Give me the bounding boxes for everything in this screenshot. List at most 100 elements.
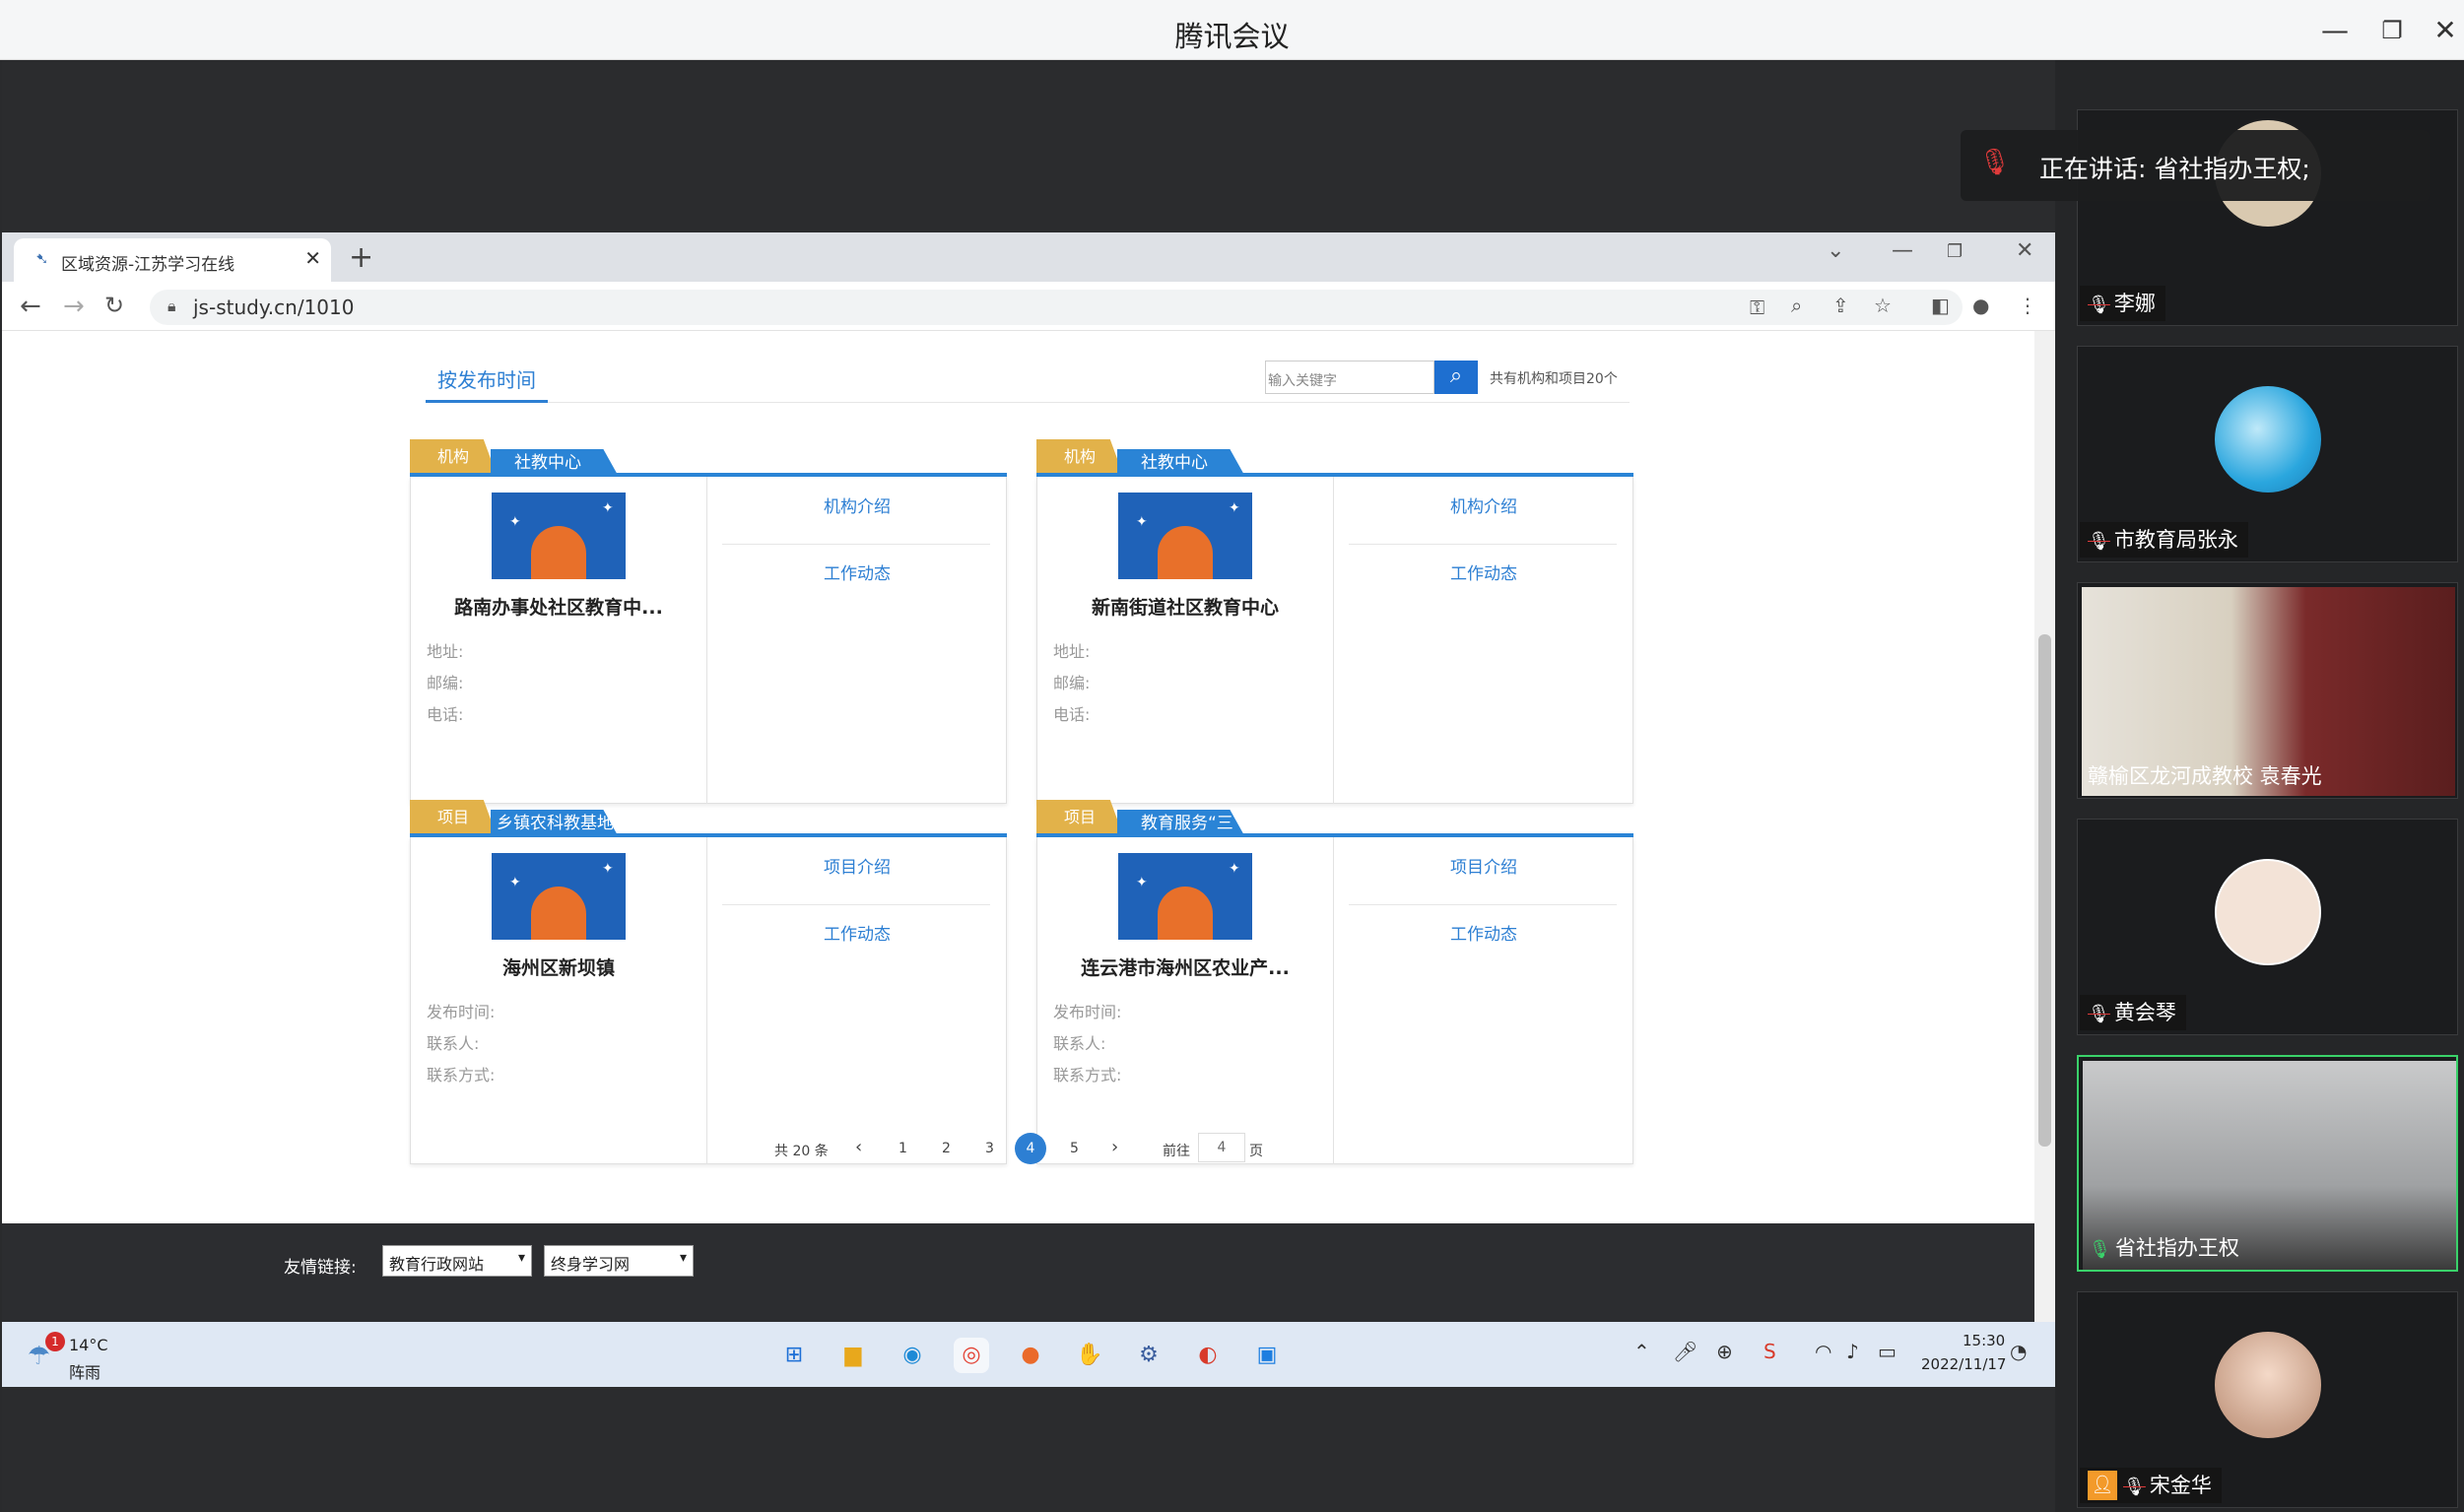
card-field: 联系人: [427, 1034, 480, 1053]
browser-close-icon[interactable]: ✕ [2016, 238, 2033, 263]
participant-label: 🎙︎ 黄会琴 [2080, 995, 2186, 1030]
volume-icon[interactable]: ♪ [1846, 1340, 1859, 1363]
start-menu-icon[interactable]: ⊞ [776, 1338, 812, 1373]
edge-icon[interactable]: ◉ [895, 1338, 930, 1373]
card-field: 联系人: [1053, 1034, 1106, 1053]
org-card: 机构 社教中心 ✦ ✦ 新南街道社区教育中心 地址: 邮编: 电话: 机构介绍 工… [1036, 439, 1633, 804]
intro-link[interactable]: 机构介绍 [1333, 493, 1634, 517]
clock-time[interactable]: 15:30 [1963, 1332, 2005, 1349]
intro-link[interactable]: 机构介绍 [706, 493, 1008, 517]
page-scrollbar[interactable] [2034, 331, 2055, 1322]
building-icon [1158, 887, 1213, 940]
participant-label: 🎙︎ 省社指办王权 [2081, 1230, 2249, 1266]
page-button-active[interactable]: 4 [1015, 1133, 1046, 1164]
file-explorer-icon[interactable]: ▆ [835, 1338, 871, 1373]
browser-tab[interactable]: ➷ 区域资源-江苏学习在线 ✕ [14, 238, 331, 282]
card-body: ✦ ✦ 路南办事处社区教育中... 地址: 邮编: 电话: 机构介绍 工作动态 [410, 477, 1007, 804]
microphone-icon[interactable]: 🎤︎ [1673, 1340, 1698, 1363]
ime-icon[interactable]: ⊕ [1716, 1340, 1733, 1363]
clock-date[interactable]: 2022/11/17 [1921, 1355, 2006, 1373]
news-link[interactable]: 工作动态 [1333, 920, 1634, 945]
browser-maximize-icon[interactable]: ❐ [1947, 241, 1963, 262]
keyword-search-input[interactable]: 输入关键字 [1265, 361, 1434, 394]
card-title[interactable]: 路南办事处社区教育中... [411, 593, 706, 620]
select-value: 教育行政网站 [389, 1255, 485, 1274]
participant-avatar [2215, 1332, 2321, 1438]
next-page-button[interactable]: › [1111, 1137, 1118, 1157]
battery-icon[interactable]: ▭ [1878, 1340, 1897, 1363]
app-icon[interactable]: ✋ [1072, 1338, 1107, 1373]
intro-link[interactable]: 项目介绍 [1333, 853, 1634, 878]
wifi-icon[interactable]: ◠ [1815, 1340, 1831, 1363]
filter-divider [426, 402, 1630, 403]
browser-app-icon[interactable]: ◐ [1190, 1338, 1226, 1373]
card-thumbnail[interactable]: ✦ ✦ [1118, 493, 1252, 579]
prev-page-button[interactable]: ‹ [855, 1137, 862, 1157]
page-button[interactable]: 2 [942, 1141, 951, 1156]
reload-icon[interactable]: ↻ [104, 292, 124, 319]
chevron-down-icon: ▾ [517, 1250, 525, 1266]
network-app-icon[interactable]: ⚙ [1131, 1338, 1166, 1373]
search-button[interactable]: ⌕ [1434, 361, 1478, 394]
chrome-icon[interactable]: ◎ [954, 1338, 989, 1373]
participant-tile-speaking[interactable]: 🎙︎ 省社指办王权 [2077, 1055, 2458, 1272]
browser-window: ➷ 区域资源-江苏学习在线 ✕ + ⌄ — ❐ ✕ ← → ↻ 🔒︎ js-st… [2, 232, 2055, 1387]
tencent-meeting-icon[interactable]: ▣ [1249, 1338, 1285, 1373]
lifelong-learning-select[interactable]: 终身学习网 ▾ [544, 1245, 694, 1277]
sort-by-time-tab[interactable]: 按发布时间 [437, 364, 536, 393]
sidepanel-icon[interactable]: ◧ [1931, 294, 1950, 317]
firefox-icon[interactable]: ● [1013, 1338, 1048, 1373]
card-type-tag: 机构 [1036, 439, 1123, 475]
news-link[interactable]: 工作动态 [706, 920, 1008, 945]
tray-expand-icon[interactable]: ⌃ [1633, 1340, 1650, 1363]
participant-tile[interactable]: 赣榆区龙河成教校 袁春光 [2077, 582, 2458, 799]
participant-label: 赣榆区龙河成教校 袁春光 [2080, 758, 2332, 794]
weather-temp: 14°C [69, 1336, 108, 1354]
address-bar[interactable]: 🔒︎ js-study.cn/1010 ⚿ ⌕ ⇪ ☆ [150, 290, 1963, 325]
forward-icon[interactable]: → [63, 292, 85, 321]
tab-search-icon[interactable]: ⌄ [1827, 238, 1844, 263]
org-card: 机构 社教中心 ✦ ✦ 路南办事处社区教育中... 地址: 邮编: 电话: 机构介… [410, 439, 1007, 804]
browser-minimize-icon[interactable]: — [1892, 238, 1913, 263]
share-icon[interactable]: ⇪ [1832, 294, 1849, 317]
link-separator [722, 544, 990, 545]
card-title[interactable]: 海州区新坝镇 [411, 953, 706, 980]
card-thumbnail[interactable]: ✦ ✦ [492, 493, 626, 579]
speaking-text: 正在讲话: 省社指办王权; [2039, 155, 2310, 183]
news-link[interactable]: 工作动态 [1333, 559, 1634, 584]
page-button[interactable]: 3 [985, 1141, 994, 1156]
news-link[interactable]: 工作动态 [706, 559, 1008, 584]
participant-tile[interactable]: 🎙︎ 市教育局张永 [2077, 346, 2458, 562]
participant-tile[interactable]: 🎙︎ 黄会琴 [2077, 819, 2458, 1035]
key-icon[interactable]: ⚿ [1750, 296, 1765, 319]
new-tab-icon[interactable]: + [349, 240, 373, 275]
tab-close-icon[interactable]: ✕ [304, 246, 321, 270]
zoom-icon[interactable]: ⌕ [1791, 294, 1802, 317]
card-field: 地址: [1053, 642, 1091, 661]
minimize-icon[interactable]: — [2315, 14, 2355, 47]
restore-icon[interactable]: ❐ [2372, 14, 2412, 47]
menu-icon[interactable]: ⋮ [2018, 294, 2037, 317]
card-title[interactable]: 连云港市海州区农业产... [1037, 953, 1333, 980]
wps-icon[interactable]: S [1764, 1340, 1776, 1363]
card-title[interactable]: 新南街道社区教育中心 [1037, 593, 1333, 620]
page-button[interactable]: 1 [899, 1141, 907, 1156]
card-field: 邮编: [1053, 674, 1091, 692]
select-value: 终身学习网 [551, 1255, 631, 1274]
participant-tile[interactable]: 👤︎ 🎙︎ 宋金华 [2077, 1291, 2458, 1508]
close-icon[interactable]: ✕ [2426, 14, 2464, 47]
bookmark-star-icon[interactable]: ☆ [1874, 294, 1892, 317]
card-thumbnail[interactable]: ✦ ✦ [492, 853, 626, 940]
scroll-thumb[interactable] [2038, 634, 2051, 1147]
notification-icon[interactable]: ◔ [2010, 1340, 2027, 1363]
back-icon[interactable]: ← [20, 292, 41, 321]
profile-icon[interactable]: ● [1972, 294, 1989, 317]
edu-admin-select[interactable]: 教育行政网站 ▾ [382, 1245, 532, 1277]
goto-page-input[interactable]: 4 [1198, 1133, 1245, 1162]
participant-name: 赣榆区龙河成教校 袁春光 [2088, 764, 2322, 788]
card-thumbnail[interactable]: ✦ ✦ [1118, 853, 1252, 940]
page-button[interactable]: 5 [1070, 1141, 1079, 1156]
intro-link[interactable]: 项目介绍 [706, 853, 1008, 878]
goto-label: 前往 [1163, 1144, 1190, 1159]
participant-name: 市教育局张永 [2113, 528, 2238, 552]
